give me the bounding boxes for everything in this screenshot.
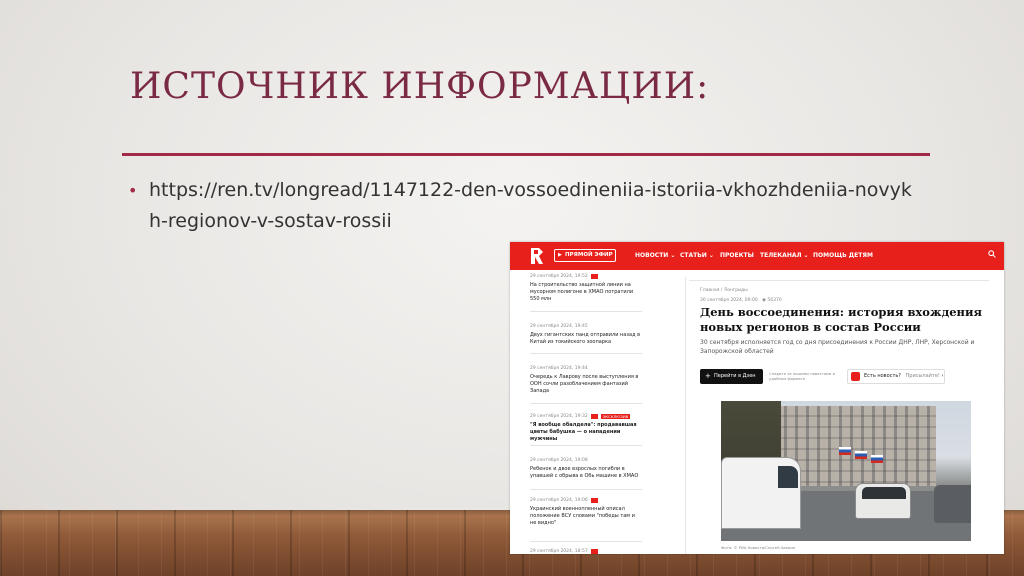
russian-flag-icon xyxy=(855,451,867,459)
search-icon[interactable] xyxy=(988,250,996,258)
russian-flag-icon xyxy=(839,447,851,455)
plus-icon: + xyxy=(705,372,711,380)
list-item[interactable]: 29 сентября 2024, 19:32 ЭКСКЛЮЗИВ "Я вооб… xyxy=(530,414,642,446)
news-prompt: Есть новость? xyxy=(864,373,901,379)
photo-caption: Фото: © РИА Новости/Сергей Аверин xyxy=(721,545,796,550)
live-label: ПРЯМОЙ ЭФИР xyxy=(565,252,613,258)
russian-flag-icon xyxy=(871,455,883,463)
dzen-button[interactable]: + Перейти в Дзен xyxy=(700,369,763,384)
ren-tv-logo-icon xyxy=(531,248,543,264)
column-divider xyxy=(685,277,686,554)
nav-item-projects[interactable]: ПРОЕКТЫ xyxy=(720,252,754,259)
exclusive-badge: ЭКСКЛЮЗИВ xyxy=(600,414,631,419)
feed-date: 29 сентября 2024, 19:08 xyxy=(530,458,588,463)
list-item[interactable]: 29 сентября 2024, 19:06 Украинский военн… xyxy=(530,498,642,542)
live-button[interactable]: ▶ ПРЯМОЙ ЭФИР xyxy=(554,249,616,262)
feed-date: 29 сентября 2024, 19:52 xyxy=(530,274,588,279)
video-icon xyxy=(590,414,598,419)
news-icon xyxy=(851,372,860,381)
bullet-dot-icon: • xyxy=(128,181,138,200)
breadcrumb[interactable]: Главная / Лонгриды xyxy=(700,288,748,293)
send-news-button[interactable]: Есть новость? Присылайте! › xyxy=(847,369,945,384)
article-photo xyxy=(721,401,971,541)
feed-headline: "Я вообще обалдела": продававшая цветы б… xyxy=(530,422,637,442)
feed-headline: Очередь к Лаврову после выступления в ОО… xyxy=(530,374,639,394)
video-icon xyxy=(590,498,598,503)
list-item[interactable]: 29 сентября 2024, 19:52 На строительство… xyxy=(530,274,642,312)
feed-headline: Двух гигантских панд отправили назад в К… xyxy=(530,332,641,345)
article-date: 30 сентября 2024, 09:00 xyxy=(700,298,758,303)
feed-date: 29 сентября 2024, 19:06 xyxy=(530,498,588,503)
eye-icon: ◉ xyxy=(762,298,766,303)
news-send: Присылайте! xyxy=(905,373,940,379)
nav-item-articles[interactable]: СТАТЬИ ⌄ xyxy=(680,252,714,259)
feed-headline: На строительство защитной линии на мусор… xyxy=(530,282,634,302)
white-van-image xyxy=(721,457,801,529)
list-item[interactable]: 29 сентября 2024, 19:08 Ребенок и двое в… xyxy=(530,458,642,490)
nav-item-help-children[interactable]: ПОМОЩЬ ДЕТЯМ xyxy=(813,252,873,259)
article-meta: 30 сентября 2024, 09:00 ◉ 56370 xyxy=(700,298,782,303)
nav-item-channel[interactable]: ТЕЛЕКАНАЛ ⌄ xyxy=(760,252,809,259)
video-icon xyxy=(590,549,598,554)
list-item[interactable]: 29 сентября 2024, 19:44 Очередь к Лавров… xyxy=(530,366,642,404)
article-headline: День воссоединения: история вхождения но… xyxy=(700,305,982,334)
nav-item-news[interactable]: НОВОСТИ ⌄ xyxy=(635,252,675,259)
chevron-right-icon: › xyxy=(941,373,944,379)
website-screenshot: ▶ ПРЯМОЙ ЭФИР НОВОСТИ ⌄ СТАТЬИ ⌄ ПРОЕКТЫ… xyxy=(510,242,1004,554)
list-item[interactable]: 29 сентября 2024, 18:57 xyxy=(530,549,642,554)
dzen-note: Следите за нашими новостями в удобном фо… xyxy=(769,371,835,381)
white-suv-image xyxy=(855,483,911,519)
dark-car-image xyxy=(934,485,971,523)
video-icon xyxy=(590,274,598,279)
article-top-divider xyxy=(689,280,989,281)
feed-date: 29 сентября 2024, 19:44 xyxy=(530,366,588,371)
feed-date: 29 сентября 2024, 19:45 xyxy=(530,324,588,329)
source-bullet: • https://ren.tv/longread/1147122-den-vo… xyxy=(128,175,918,237)
slide-title: ИСТОЧНИК ИНФОРМАЦИИ: xyxy=(130,66,710,107)
article-lead: 30 сентября исполняется год со дня присо… xyxy=(700,339,975,355)
feed-date: 29 сентября 2024, 19:32 xyxy=(530,414,588,419)
source-url[interactable]: https://ren.tv/longread/1147122-den-voss… xyxy=(128,175,918,237)
site-navbar: ▶ ПРЯМОЙ ЭФИР НОВОСТИ ⌄ СТАТЬИ ⌄ ПРОЕКТЫ… xyxy=(510,242,1004,270)
title-divider xyxy=(122,153,930,156)
feed-date: 29 сентября 2024, 18:57 xyxy=(530,549,588,554)
feed-headline: Ребенок и двое взрослых погибли в упавше… xyxy=(530,466,639,479)
dzen-button-label: Перейти в Дзен xyxy=(714,373,756,379)
view-count: 56370 xyxy=(767,298,782,303)
list-item[interactable]: 29 сентября 2024, 19:45 Двух гигантских … xyxy=(530,324,642,354)
play-icon: ▶ xyxy=(558,252,562,258)
feed-headline: Украинский военнопленный описал положени… xyxy=(530,506,635,526)
